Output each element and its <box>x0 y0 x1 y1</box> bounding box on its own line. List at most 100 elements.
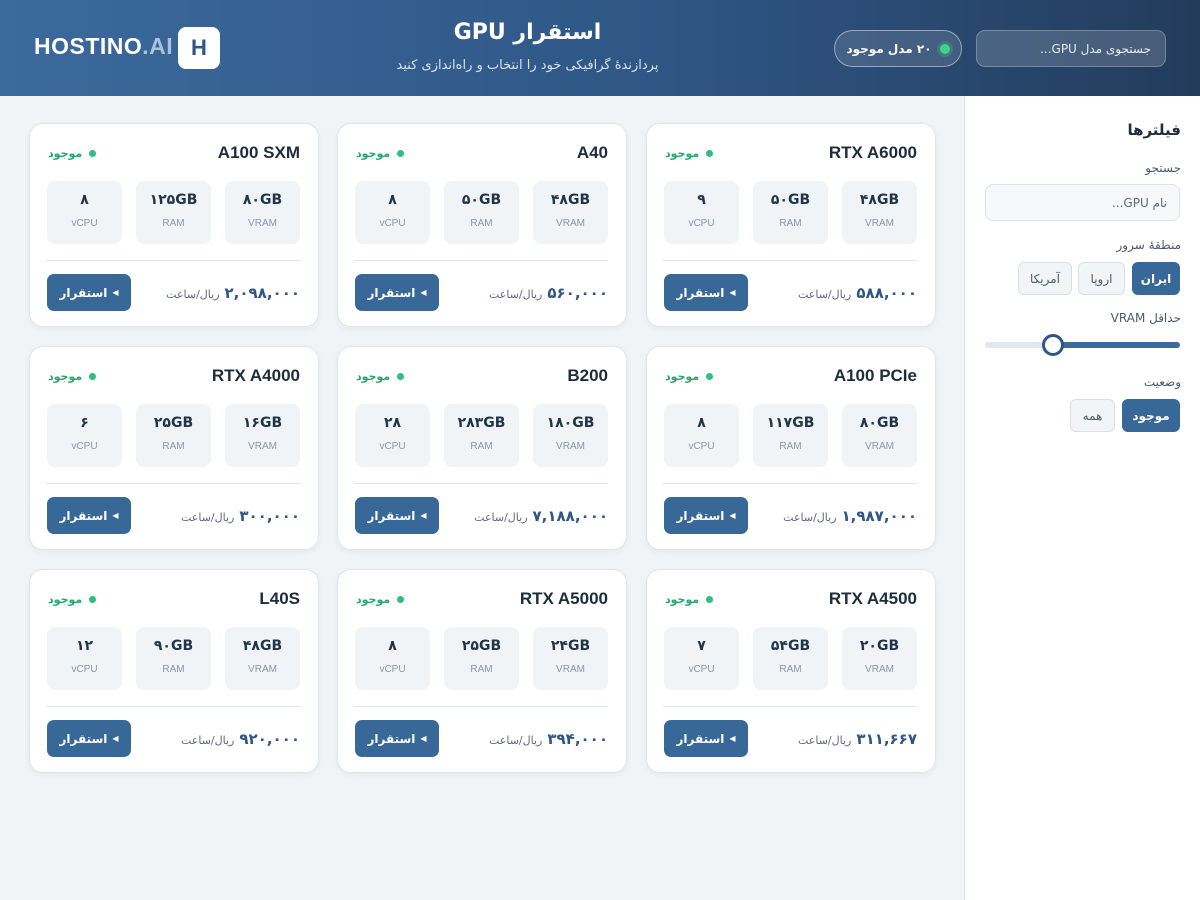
spec-ram-label: RAM <box>162 441 185 452</box>
spec-vram-value: ۱۶GB <box>242 415 283 431</box>
deploy-button[interactable]: ◀ استقرار <box>355 720 439 757</box>
page-subtitle: پردازندهٔ گرافیکی خود را انتخاب و راه‌ان… <box>396 58 659 73</box>
spec-vcpu-label: vCPU <box>71 441 98 452</box>
deploy-button-label: استقرار <box>676 508 725 523</box>
spec-vcpu-label: vCPU <box>379 218 406 229</box>
gpu-name-filter-input[interactable] <box>985 184 1180 221</box>
gpu-specs: ۴۸GB VRAM ۹۰GB RAM ۱۲ vCPU <box>46 627 300 690</box>
spec-vram-label: VRAM <box>248 441 277 452</box>
play-icon: ◀ <box>729 288 736 297</box>
gpu-status: موجود <box>665 593 714 606</box>
gpu-specs: ۸۰GB VRAM ۱۲۵GB RAM ۸ vCPU <box>46 181 300 244</box>
logo-icon: H <box>178 27 220 69</box>
gpu-search-input[interactable] <box>976 30 1166 67</box>
gpu-card: RTX A5000 موجود ۲۴GB VRAM ۲۵GB RAM ۸ vCP… <box>337 569 627 773</box>
vram-label: حداقل VRAM <box>1110 311 1181 325</box>
deploy-button[interactable]: ◀ استقرار <box>664 720 748 757</box>
gpu-specs: ۱۶GB VRAM ۲۵GB RAM ۶ vCPU <box>46 404 300 467</box>
gpu-card: RTX A4000 موجود ۱۶GB VRAM ۲۵GB RAM ۶ vCP… <box>29 346 319 550</box>
spec-ram-value: ۱۱۷GB <box>766 415 815 431</box>
gpu-price-unit: ریال/ساعت <box>181 511 235 524</box>
gpu-price-unit: ریال/ساعت <box>166 288 220 301</box>
gpu-price: ۲,۰۹۸,۰۰۰ ریال/ساعت <box>166 284 300 302</box>
spec-ram-label: RAM <box>779 664 802 675</box>
available-dot-icon <box>706 150 714 157</box>
card-divider <box>46 483 300 484</box>
spec-vram-value: ۴۸GB <box>550 192 591 208</box>
available-dot-icon <box>706 596 714 603</box>
deploy-button[interactable]: ◀ استقرار <box>47 274 131 311</box>
play-icon: ◀ <box>729 734 736 743</box>
spec-ram: ۲۵GB RAM <box>444 627 519 690</box>
spec-vcpu-value: ۸ <box>80 192 89 208</box>
gpu-card: B200 موجود ۱۸۰GB VRAM ۲۸۳GB RAM ۲۸ vCPU … <box>337 346 627 550</box>
available-dot-icon <box>89 373 97 380</box>
deploy-button[interactable]: ◀ استقرار <box>664 497 748 534</box>
spec-vcpu: ۲۸ vCPU <box>355 404 430 467</box>
deploy-button-label: استقرار <box>59 285 108 300</box>
spec-ram: ۵۴GB RAM <box>753 627 828 690</box>
spec-vram-label: VRAM <box>865 664 894 675</box>
deploy-button[interactable]: ◀ استقرار <box>355 274 439 311</box>
gpu-name: RTX A6000 <box>828 143 917 162</box>
gpu-price-unit: ریال/ساعت <box>798 288 852 301</box>
spec-vcpu-value: ۷ <box>697 638 706 654</box>
gpu-status-text: موجود <box>48 370 83 383</box>
spec-ram-value: ۹۰GB <box>153 638 194 654</box>
gpu-price: ۹۲۰,۰۰۰ ریال/ساعت <box>181 730 300 748</box>
spec-vcpu-value: ۲۸ <box>383 415 402 431</box>
spec-vram: ۴۸GB VRAM <box>842 181 917 244</box>
gpu-card: A100 SXM موجود ۸۰GB VRAM ۱۲۵GB RAM ۸ vCP… <box>29 123 319 327</box>
gpu-price: ۱,۹۸۷,۰۰۰ ریال/ساعت <box>783 507 917 525</box>
deploy-button-label: استقرار <box>367 508 416 523</box>
gpu-specs: ۴۸GB VRAM ۵۰GB RAM ۹ vCPU <box>663 181 917 244</box>
vram-slider-thumb[interactable] <box>1042 334 1064 356</box>
gpu-price-value: ۹۲۰,۰۰۰ <box>239 730 300 748</box>
spec-ram-label: RAM <box>470 664 493 675</box>
spec-ram: ۱۱۷GB RAM <box>753 404 828 467</box>
gpu-card: A40 موجود ۴۸GB VRAM ۵۰GB RAM ۸ vCPU ۵۶۰,… <box>337 123 627 327</box>
region-chip-europe[interactable]: اروپا <box>1078 262 1125 295</box>
gpu-status-text: موجود <box>356 147 391 160</box>
deploy-button[interactable]: ◀ استقرار <box>664 274 748 311</box>
spec-vram-value: ۸۰GB <box>859 415 900 431</box>
vram-slider-fill <box>1053 342 1180 348</box>
gpu-price: ۳۱۱,۶۶۷ ریال/ساعت <box>798 730 917 748</box>
gpu-price-value: ۳۱۱,۶۶۷ <box>856 730 917 748</box>
region-chip-america[interactable]: آمریکا <box>1018 262 1072 295</box>
gpu-card-grid: RTX A6000 موجود ۴۸GB VRAM ۵۰GB RAM ۹ vCP… <box>0 96 964 900</box>
gpu-price-value: ۵۸۸,۰۰۰ <box>856 284 917 302</box>
page-title: استقرار GPU <box>453 20 602 45</box>
deploy-button[interactable]: ◀ استقرار <box>47 720 131 757</box>
spec-ram: ۵۰GB RAM <box>444 181 519 244</box>
gpu-name: L40S <box>259 589 300 608</box>
card-divider <box>663 483 917 484</box>
gpu-status: موجود <box>48 147 97 160</box>
status-chip-available[interactable]: موجود <box>1122 399 1180 432</box>
gpu-status: موجود <box>48 370 97 383</box>
gpu-status: موجود <box>48 593 97 606</box>
brand-name: HOSTINO.AI <box>34 33 173 60</box>
spec-vcpu: ۸ vCPU <box>355 627 430 690</box>
deploy-button[interactable]: ◀ استقرار <box>355 497 439 534</box>
spec-vcpu-value: ۹ <box>697 192 706 208</box>
gpu-price-value: ۱,۹۸۷,۰۰۰ <box>841 507 917 525</box>
status-chip-all[interactable]: همه <box>1070 399 1115 432</box>
available-dot-icon <box>89 596 97 603</box>
gpu-card: RTX A6000 موجود ۴۸GB VRAM ۵۰GB RAM ۹ vCP… <box>646 123 936 327</box>
gpu-card: A100 PCIe موجود ۸۰GB VRAM ۱۱۷GB RAM ۸ vC… <box>646 346 936 550</box>
vram-slider[interactable] <box>985 334 1180 356</box>
deploy-button[interactable]: ◀ استقرار <box>47 497 131 534</box>
gpu-status-text: موجود <box>665 147 700 160</box>
gpu-name: A40 <box>576 143 608 162</box>
play-icon: ◀ <box>112 734 119 743</box>
spec-ram-label: RAM <box>162 664 185 675</box>
deploy-button-label: استقرار <box>676 731 725 746</box>
spec-ram-value: ۵۴GB <box>770 638 811 654</box>
spec-ram-label: RAM <box>779 441 802 452</box>
play-icon: ◀ <box>112 288 119 297</box>
spec-vram-label: VRAM <box>556 664 585 675</box>
region-chip-iran[interactable]: ایران <box>1132 262 1180 295</box>
gpu-status-text: موجود <box>48 593 83 606</box>
gpu-specs: ۴۸GB VRAM ۵۰GB RAM ۸ vCPU <box>354 181 608 244</box>
